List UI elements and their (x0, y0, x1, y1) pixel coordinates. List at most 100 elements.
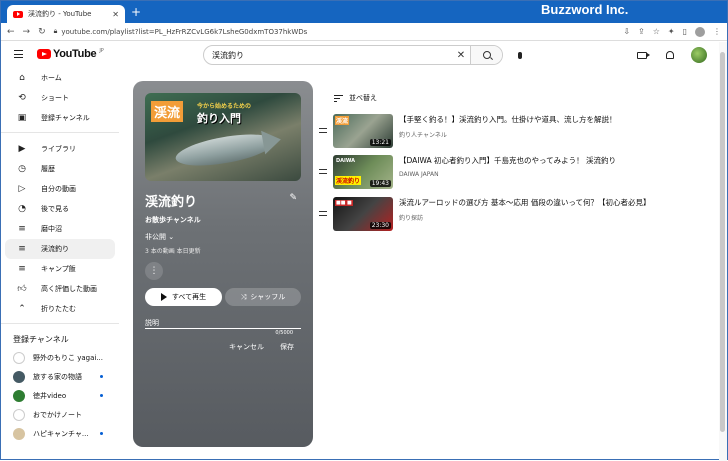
playlist-video-item[interactable]: DAIWA 渓流釣り 19:43 【DAIWA 初心者釣り入門】千島克也のやって… (319, 155, 616, 189)
sidebar-item-library[interactable]: ▶ ライブラリ (5, 139, 115, 159)
subscription-item[interactable]: おでかけノート (1, 405, 119, 424)
sidebar-item-playlist-1[interactable]: ≡ 磨中沼 (5, 219, 115, 239)
video-camera-icon (637, 51, 650, 59)
video-channel[interactable]: DAIWA JAPAN (399, 171, 616, 178)
scrollbar-thumb[interactable] (720, 52, 725, 432)
forward-icon[interactable]: → (23, 27, 31, 37)
search-input[interactable] (204, 46, 452, 64)
browser-tab[interactable]: 渓流釣り - YouTube ✕ (7, 5, 125, 23)
sidepanel-icon[interactable]: ▯ (683, 27, 687, 36)
video-channel[interactable]: 釣り人チャンネル (399, 130, 617, 139)
channel-avatar (13, 370, 25, 383)
back-icon[interactable]: ← (7, 27, 15, 37)
playlist-video-item[interactable]: ■■ ■ 23:30 渓流ルアーロッドの選び方 基本〜応用 価段の違いって何？【… (319, 197, 650, 231)
edit-title-icon[interactable]: ✎ (289, 193, 297, 203)
sidebar-item-home[interactable]: ⌂ ホーム (5, 68, 115, 88)
sidebar-item-label: 渓流釣り (41, 245, 69, 253)
browser-menu-icon[interactable]: ⋮ (713, 27, 721, 36)
microphone-icon (518, 51, 522, 59)
more-options-button[interactable]: ⋮ (145, 262, 163, 280)
subscription-item[interactable]: 野外のもりこ yagai... (1, 348, 119, 367)
menu-icon[interactable] (14, 50, 23, 58)
youtube-favicon-icon (13, 10, 23, 18)
reload-icon[interactable]: ↻ (38, 27, 46, 37)
playlist-thumbnail[interactable]: 渓流 今から始めるための 釣り入門 (145, 93, 301, 181)
subscription-item[interactable]: 徳井video (1, 386, 119, 405)
new-content-dot (100, 394, 103, 397)
thumbnail-badge: 渓流 (335, 116, 350, 125)
create-video-button[interactable] (635, 48, 650, 62)
chevron-down-icon: ⌄ (168, 233, 175, 241)
notifications-button[interactable] (663, 48, 677, 62)
new-tab-icon[interactable]: + (131, 6, 141, 18)
sidebar-item-liked-videos[interactable]: 👍︎ 高く評価した動画 (5, 279, 115, 299)
video-thumbnail[interactable]: DAIWA 渓流釣り 19:43 (333, 155, 393, 189)
account-avatar[interactable] (691, 47, 707, 63)
share-icon[interactable]: ⇪ (638, 27, 645, 36)
shuffle-button[interactable]: ⤨ シャッフル (225, 288, 301, 306)
video-thumbnail[interactable]: 渓流 13:21 (333, 114, 393, 148)
url-text: youtube.com/playlist?list=PL_HzFrRZCvLG6… (61, 27, 308, 36)
sidebar: ⌂ ホーム ⟲ ショート ▣ 登録チャンネル ▶ ライブラリ ◷ 履歴 ▷ 自分の動画 ◔ 後… (1, 68, 119, 461)
sidebar-item-watch-later[interactable]: ◔ 後で見る (5, 199, 115, 219)
sidebar-item-playlist-camp[interactable]: ≡ キャンプ飯 (5, 259, 115, 279)
tab-bar: 渓流釣り - YouTube ✕ + Buzzword Inc. (1, 1, 727, 23)
subscription-item[interactable]: 旅する家の物語 (1, 367, 119, 386)
history-icon: ◷ (18, 164, 26, 174)
sort-button[interactable]: 並べ替え (334, 93, 377, 103)
save-button[interactable]: 保存 (280, 342, 294, 352)
page-scrollbar[interactable] (719, 42, 727, 461)
voice-search-button[interactable] (513, 48, 527, 62)
thumbnail-badge: 渓流釣り (335, 176, 362, 185)
sidebar-item-playlist-keiryu[interactable]: ≡ 渓流釣り (5, 239, 115, 259)
channel-name: 旅する家の物語 (33, 372, 82, 381)
sidebar-item-your-videos[interactable]: ▷ 自分の動画 (5, 179, 115, 199)
video-duration: 13:21 (369, 139, 391, 146)
sidebar-item-shorts[interactable]: ⟲ ショート (5, 88, 115, 108)
description-input[interactable] (145, 328, 301, 329)
thumbnail-logo: DAIWA (336, 158, 356, 164)
sidebar-item-label: 後で見る (41, 205, 69, 213)
thumbnail-badge: ■■ ■ (335, 200, 353, 206)
play-all-button[interactable]: すべて再生 (145, 288, 222, 306)
thumbnail-tag: 渓流 (151, 101, 184, 122)
install-icon[interactable]: ⇩ (623, 27, 630, 36)
video-title[interactable]: 渓流ルアーロッドの選び方 基本〜応用 価段の違いって何？【初心者必見】 (399, 197, 650, 208)
play-icon (160, 293, 167, 301)
video-channel[interactable]: 釣り探訪 (399, 213, 650, 222)
youtube-logo[interactable]: YouTube JP (37, 48, 104, 60)
sidebar-item-subscriptions[interactable]: ▣ 登録チャンネル (5, 108, 115, 128)
profile-icon[interactable] (695, 26, 705, 37)
channel-avatar (13, 427, 25, 440)
close-tab-icon[interactable]: ✕ (112, 10, 119, 19)
bookmark-star-icon[interactable]: ☆ (653, 27, 660, 36)
cancel-button[interactable]: キャンセル (229, 342, 264, 352)
video-title[interactable]: 【手堅く釣る！】渓流釣り入門。仕掛けや道具、流し方を解説！ (399, 114, 617, 125)
sidebar-item-label: 高く評価した動画 (41, 285, 97, 293)
video-thumbnail[interactable]: ■■ ■ 23:30 (333, 197, 393, 231)
sidebar-item-collapse[interactable]: ⌃ 折りたたむ (5, 299, 115, 319)
subscriptions-heading: 登録チャンネル (13, 334, 69, 344)
chevron-up-icon: ⌃ (18, 304, 26, 314)
subscription-item[interactable]: ハピキャンチャ... (1, 424, 119, 443)
search-button[interactable] (470, 46, 502, 64)
video-title[interactable]: 【DAIWA 初心者釣り入門】千島克也のやってみよう！ 渓流釣り (399, 155, 616, 166)
fish-tail-image (261, 127, 283, 155)
tab-title: 渓流釣り - YouTube (28, 10, 92, 18)
playlist-video-item[interactable]: 渓流 13:21 【手堅く釣る！】渓流釣り入門。仕掛けや道具、流し方を解説！ 釣… (319, 114, 617, 148)
drag-handle-icon[interactable] (319, 211, 327, 216)
channel-name: 徳井video (33, 391, 67, 400)
channel-name: 野外のもりこ yagai... (33, 353, 104, 362)
playlist-stats: 3 本の動画 本日更新 (145, 248, 201, 255)
video-duration: 19:43 (369, 180, 391, 187)
sidebar-item-history[interactable]: ◷ 履歴 (5, 159, 115, 179)
channel-avatar (13, 389, 25, 402)
drag-handle-icon[interactable] (319, 128, 327, 133)
privacy-dropdown[interactable]: 非公開 ⌄ (145, 232, 174, 242)
url-field[interactable]: 🔒︎ youtube.com/playlist?list=PL_HzFrRZCv… (54, 27, 616, 36)
sidebar-item-label: 登録チャンネル (41, 114, 90, 122)
drag-handle-icon[interactable] (319, 169, 327, 174)
clear-search-icon[interactable]: ✕ (452, 50, 470, 61)
playlist-owner[interactable]: お散歩チャンネル (145, 215, 201, 225)
extensions-icon[interactable]: ✦ (668, 27, 675, 36)
